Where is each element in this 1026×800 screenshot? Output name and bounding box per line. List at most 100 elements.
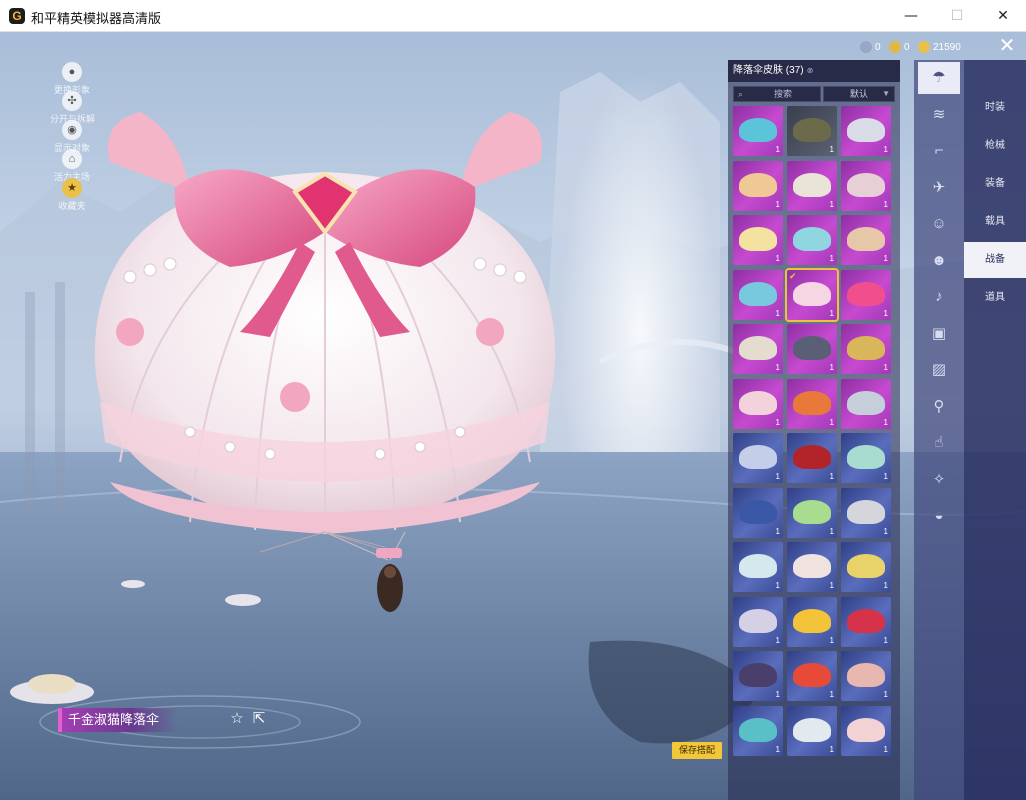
skin-cell[interactable]: 1 bbox=[733, 379, 783, 429]
share-icon[interactable]: ⇱ bbox=[250, 710, 268, 728]
spray-icon[interactable]: ⚲ bbox=[918, 391, 960, 423]
skin-cell[interactable]: 1 bbox=[787, 161, 837, 211]
skin-cell[interactable]: 1 bbox=[733, 542, 783, 592]
skin-thumbnail bbox=[793, 118, 831, 142]
skin-cell[interactable]: 1 bbox=[787, 542, 837, 592]
skin-thumbnail bbox=[739, 118, 777, 142]
sound-icon[interactable]: ♪ bbox=[918, 281, 960, 313]
emote-icon[interactable]: ☺ bbox=[918, 208, 960, 240]
skin-cell[interactable]: 1 bbox=[787, 379, 837, 429]
skin-cell[interactable]: 1 bbox=[733, 651, 783, 701]
category-tab[interactable]: 载具 bbox=[964, 204, 1026, 240]
sort-dropdown[interactable]: 默认 ▼ bbox=[823, 86, 895, 102]
skin-thumbnail bbox=[739, 500, 777, 524]
currency-coupon: 0 bbox=[860, 41, 881, 55]
skin-cell[interactable]: 1 bbox=[841, 379, 891, 429]
skin-cell[interactable]: 1 bbox=[841, 542, 891, 592]
category-tab[interactable]: 时装 bbox=[964, 90, 1026, 126]
skin-thumbnail bbox=[793, 445, 831, 469]
plane-icon[interactable]: ✈ bbox=[918, 172, 960, 204]
robot-icon[interactable]: ☻ bbox=[918, 245, 960, 277]
picture-icon[interactable]: ▨ bbox=[918, 354, 960, 386]
skin-thumbnail bbox=[847, 391, 885, 415]
skin-thumbnail bbox=[739, 336, 777, 360]
skin-thumbnail bbox=[739, 445, 777, 469]
skin-cell[interactable]: 1 bbox=[841, 597, 891, 647]
skin-cell[interactable]: 1 bbox=[787, 324, 837, 374]
skin-cell[interactable]: 1 bbox=[733, 488, 783, 538]
skin-cell[interactable]: 1 bbox=[733, 270, 783, 320]
skin-cell[interactable]: 1 ✔ bbox=[785, 268, 839, 322]
gesture-icon[interactable]: ☝ bbox=[918, 427, 960, 459]
skin-count: 1 bbox=[883, 745, 888, 754]
category-tab[interactable]: 枪械 bbox=[964, 128, 1026, 164]
parachute-preview bbox=[94, 112, 556, 612]
close-panel-icon[interactable]: ✕ bbox=[994, 34, 1020, 58]
gun-icon[interactable]: ⌐ bbox=[918, 135, 960, 167]
box-icon[interactable]: ▣ bbox=[918, 318, 960, 350]
skin-thumbnail bbox=[793, 554, 831, 578]
skin-cell[interactable]: 1 bbox=[787, 488, 837, 538]
skin-cell[interactable]: 1 bbox=[841, 433, 891, 483]
skin-count: 1 bbox=[775, 745, 780, 754]
close-window-button[interactable]: ✕ bbox=[980, 0, 1026, 32]
parachute-icon[interactable]: ☂ bbox=[918, 62, 960, 94]
skin-thumbnail bbox=[793, 718, 831, 742]
skin-cell[interactable]: 1 bbox=[733, 597, 783, 647]
skin-count: 1 bbox=[883, 581, 888, 590]
skin-cell[interactable]: 1 bbox=[841, 706, 891, 756]
skin-count: 1 bbox=[829, 254, 834, 263]
skin-count: 1 bbox=[775, 527, 780, 536]
save-outfit-button[interactable]: 保存搭配 bbox=[672, 742, 722, 759]
skin-cell[interactable]: 1 bbox=[733, 161, 783, 211]
skin-count: 1 bbox=[829, 745, 834, 754]
skin-cell[interactable]: 1 bbox=[787, 597, 837, 647]
skin-thumbnail bbox=[793, 173, 831, 197]
skin-cell[interactable]: 1 bbox=[841, 324, 891, 374]
skin-cell[interactable]: 1 bbox=[841, 488, 891, 538]
skin-count: 1 bbox=[883, 363, 888, 372]
wings-icon[interactable]: ≋ bbox=[918, 99, 960, 131]
skin-cell[interactable]: 1 bbox=[841, 215, 891, 265]
skin-cell[interactable]: 1 bbox=[787, 706, 837, 756]
skin-thumbnail bbox=[847, 609, 885, 633]
skin-thumbnail bbox=[793, 282, 831, 306]
wand-icon[interactable]: ✧ bbox=[918, 464, 960, 496]
skin-cell[interactable]: 1 bbox=[841, 106, 891, 156]
skin-cell[interactable]: 1 bbox=[787, 106, 837, 156]
skin-count: 1 bbox=[775, 581, 780, 590]
skin-cell[interactable]: 1 bbox=[733, 215, 783, 265]
skin-cell[interactable]: 1 bbox=[841, 651, 891, 701]
skin-count: 1 bbox=[775, 363, 780, 372]
skin-cell[interactable]: 1 bbox=[787, 651, 837, 701]
skin-cell[interactable]: 1 bbox=[733, 324, 783, 374]
currency-gold: 21590 bbox=[918, 41, 961, 55]
skin-cell[interactable]: 1 bbox=[787, 215, 837, 265]
skin-thumbnail bbox=[847, 227, 885, 251]
skin-thumbnail bbox=[739, 391, 777, 415]
shell-icon[interactable]: ◒ bbox=[918, 500, 960, 532]
category-tab[interactable]: 战备 bbox=[964, 242, 1026, 278]
category-tab[interactable]: 道具 bbox=[964, 280, 1026, 316]
minimize-button[interactable]: — bbox=[888, 0, 934, 32]
skin-thumbnail bbox=[793, 227, 831, 251]
skin-count: 1 bbox=[775, 636, 780, 645]
favorite-star-icon[interactable]: ☆ bbox=[228, 710, 246, 728]
maximize-button[interactable]: ☐ bbox=[934, 0, 980, 32]
panel-header: 降落伞皮肤 (37) ⊗ bbox=[728, 60, 900, 82]
skin-cell[interactable]: 1 bbox=[841, 270, 891, 320]
skin-count: 1 bbox=[775, 254, 780, 263]
info-icon[interactable]: ⊗ bbox=[807, 66, 814, 75]
search-input[interactable]: ⌕ 搜索 bbox=[733, 86, 821, 102]
skin-count: 1 bbox=[775, 309, 780, 318]
item-name-label: 千金淑猫降落伞 bbox=[58, 708, 178, 732]
skin-cell[interactable]: 1 bbox=[841, 161, 891, 211]
parachute-skin-panel: 降落伞皮肤 (37) ⊗ ⌕ 搜索 默认 ▼ 1 1 1 1 1 1 1 1 1 1 1 ✔ 1 1 1 1 1 1… bbox=[728, 60, 900, 800]
skin-cell[interactable]: 1 bbox=[733, 706, 783, 756]
skin-thumbnail bbox=[847, 173, 885, 197]
category-tab[interactable]: 装备 bbox=[964, 166, 1026, 202]
skin-cell[interactable]: 1 bbox=[733, 433, 783, 483]
skin-thumbnail bbox=[847, 500, 885, 524]
skin-cell[interactable]: 1 bbox=[787, 433, 837, 483]
skin-cell[interactable]: 1 bbox=[733, 106, 783, 156]
